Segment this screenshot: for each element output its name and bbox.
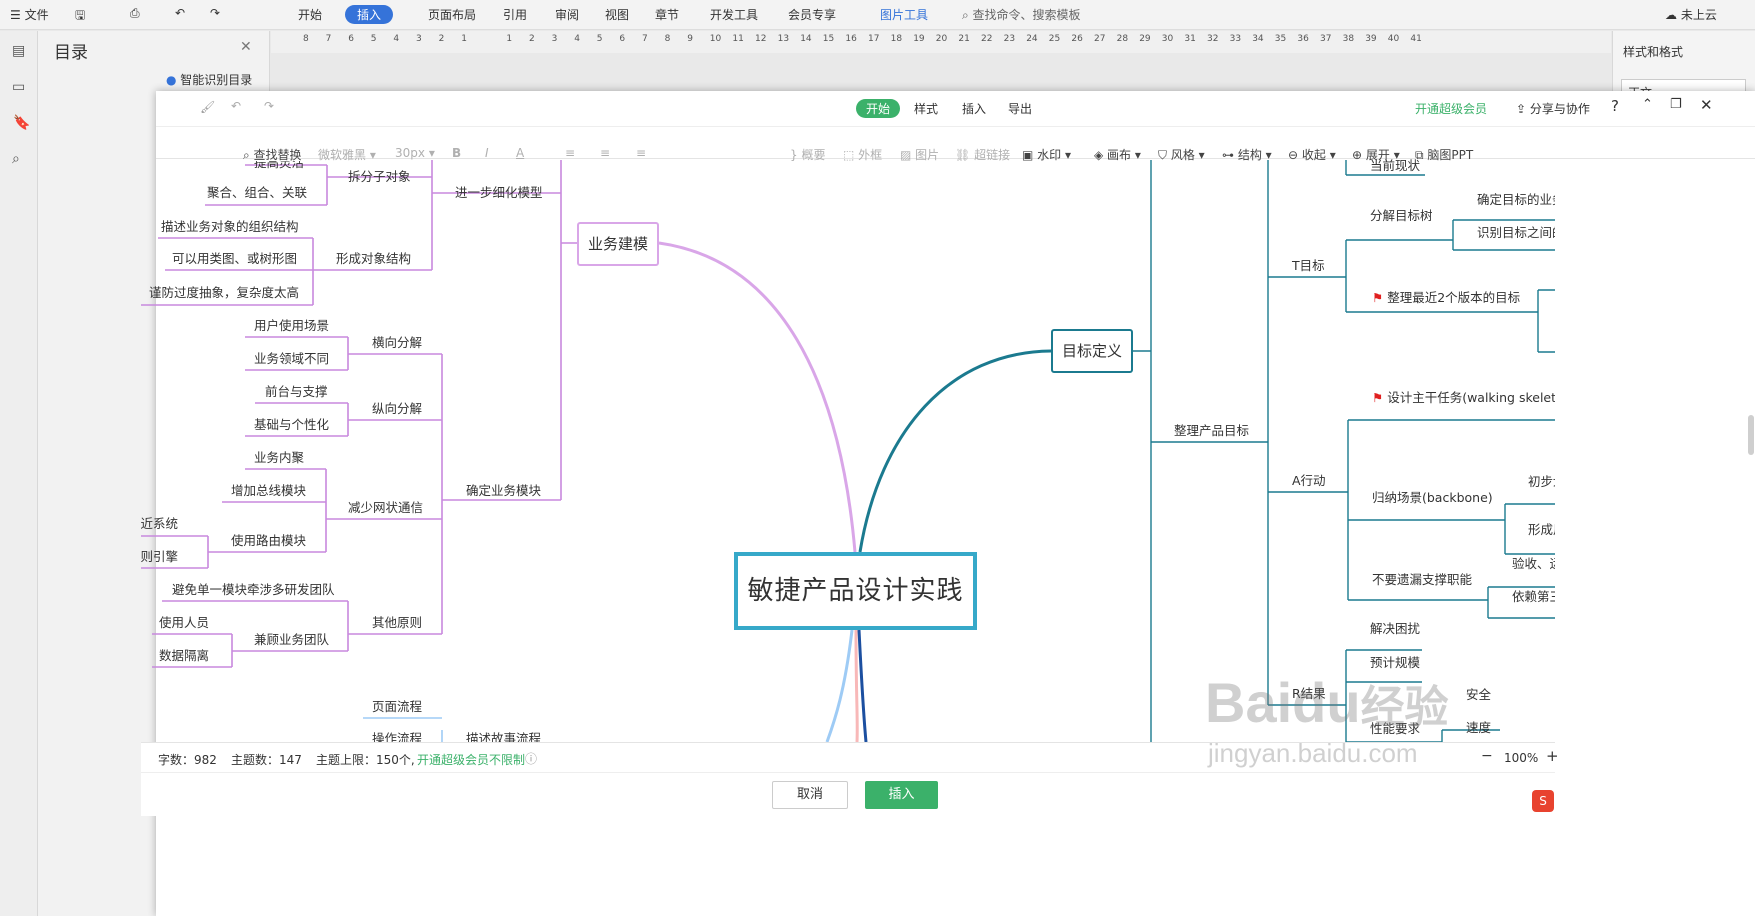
topic[interactable]: T目标 bbox=[1292, 258, 1325, 274]
topic[interactable]: 页面流程 bbox=[372, 699, 422, 715]
topic-limit: 主题上限：150个, bbox=[316, 753, 415, 767]
topic[interactable]: 纵向分解 bbox=[372, 401, 422, 417]
branch-line-flow bbox=[825, 629, 854, 742]
insert-button[interactable]: 插入 bbox=[865, 781, 938, 809]
topic[interactable]: 横向分解 bbox=[372, 335, 422, 351]
topic-business-modeling[interactable]: 业务建模 bbox=[577, 222, 659, 266]
branch-line-5 bbox=[857, 629, 868, 742]
topic[interactable]: 业务内聚 bbox=[254, 450, 304, 466]
topic[interactable]: 数据隔离 bbox=[159, 648, 209, 664]
topic[interactable]: 形成对象结构 bbox=[336, 251, 411, 267]
branch-line-4 bbox=[854, 629, 859, 742]
topic-count: 主题数：147 bbox=[231, 753, 302, 767]
cancel-button[interactable]: 取消 bbox=[772, 781, 848, 809]
zoom-out-icon[interactable]: − bbox=[1481, 748, 1493, 764]
topic[interactable]: 识别目标之间的依赖 bbox=[1477, 225, 1555, 241]
help-circle-icon[interactable]: ⓘ bbox=[525, 750, 537, 767]
branch-line-business bbox=[658, 241, 857, 553]
topic[interactable]: 归纳场景(backbone) bbox=[1372, 490, 1493, 506]
topic[interactable]: 可以用类图、或树形图 bbox=[172, 251, 297, 267]
topic[interactable]: R结果 bbox=[1292, 686, 1326, 702]
topic[interactable]: 前台与支撑 bbox=[265, 384, 328, 400]
flag-icon: ⚑ bbox=[1372, 390, 1388, 405]
topic[interactable]: 聚合、组合、关联 bbox=[207, 185, 307, 201]
vertical-scrollbar[interactable] bbox=[1748, 415, 1754, 455]
dialog-footer bbox=[141, 772, 1555, 816]
topic[interactable]: ⚑ 设计主干任务(walking skeleton) bbox=[1372, 390, 1555, 406]
input-method-icon[interactable]: S bbox=[1532, 790, 1554, 812]
topic[interactable]: 性能要求 bbox=[1370, 721, 1420, 737]
dialog-statusbar: 字数：982 主题数：147 主题上限：150个, 开通超级会员不限制 ⓘ − … bbox=[141, 742, 1559, 772]
topic[interactable]: 形成用户 bbox=[1528, 522, 1555, 538]
topic[interactable]: 避免单一模块牵涉多研发团队 bbox=[172, 582, 335, 598]
topic[interactable]: 确定业务模块 bbox=[466, 483, 541, 499]
topic[interactable]: 使用人员 bbox=[159, 615, 209, 631]
word-count: 字数：982 bbox=[158, 753, 217, 767]
topic[interactable]: 依赖第三方 bbox=[1512, 589, 1555, 605]
topic[interactable]: 验收、运营 bbox=[1512, 556, 1555, 572]
topic[interactable]: 增加总线模块 bbox=[231, 483, 306, 499]
topic[interactable]: 当前现状 bbox=[1370, 158, 1420, 174]
flag-icon: ⚑ bbox=[1372, 290, 1388, 305]
zoom-in-icon[interactable]: + bbox=[1546, 747, 1559, 765]
topic[interactable]: 拆分子对象 bbox=[348, 169, 411, 185]
topic-goal-definition[interactable]: 目标定义 bbox=[1051, 329, 1133, 373]
topic[interactable]: A行动 bbox=[1292, 473, 1326, 489]
topic[interactable]: 用户使用场景 bbox=[254, 318, 329, 334]
topic[interactable]: 其他原则 bbox=[372, 615, 422, 631]
topic[interactable]: 解决困扰 bbox=[1370, 621, 1420, 637]
zoom-level: 100% bbox=[1504, 751, 1539, 765]
topic[interactable]: 分解目标树 bbox=[1370, 208, 1433, 224]
topic[interactable]: 初步划分 bbox=[1528, 474, 1555, 490]
topic[interactable]: 减少网状通信 bbox=[348, 500, 423, 516]
vip-unlimited-link[interactable]: 开通超级会员不限制 bbox=[417, 751, 525, 768]
topic[interactable]: 谨防过度抽象，复杂度太高 bbox=[149, 285, 299, 301]
topic[interactable]: 进一步细化模型 bbox=[455, 185, 543, 201]
topic[interactable]: 不要遗漏支撑职能 bbox=[1372, 572, 1472, 588]
central-topic[interactable]: 敏捷产品设计实践 bbox=[734, 552, 977, 630]
topic[interactable]: 安全 bbox=[1466, 687, 1491, 703]
topic[interactable]: ⚑ 整理最近2个版本的目标 bbox=[1372, 290, 1520, 306]
topic[interactable]: 预计规模 bbox=[1370, 655, 1420, 671]
topic[interactable]: 描述业务对象的组织结构 bbox=[161, 219, 299, 235]
topic[interactable]: 使用路由模块 bbox=[231, 533, 306, 549]
topic[interactable]: 速度 bbox=[1466, 720, 1491, 736]
topic[interactable]: 确定目标的业务价值 bbox=[1477, 192, 1555, 208]
topic[interactable]: 业务领域不同 bbox=[254, 351, 329, 367]
topic[interactable]: 整理产品目标 bbox=[1174, 423, 1249, 439]
topic[interactable]: 兼顾业务团队 bbox=[254, 632, 329, 648]
topic[interactable]: 基础与个性化 bbox=[254, 417, 329, 433]
branch-line-goal bbox=[858, 349, 1052, 553]
